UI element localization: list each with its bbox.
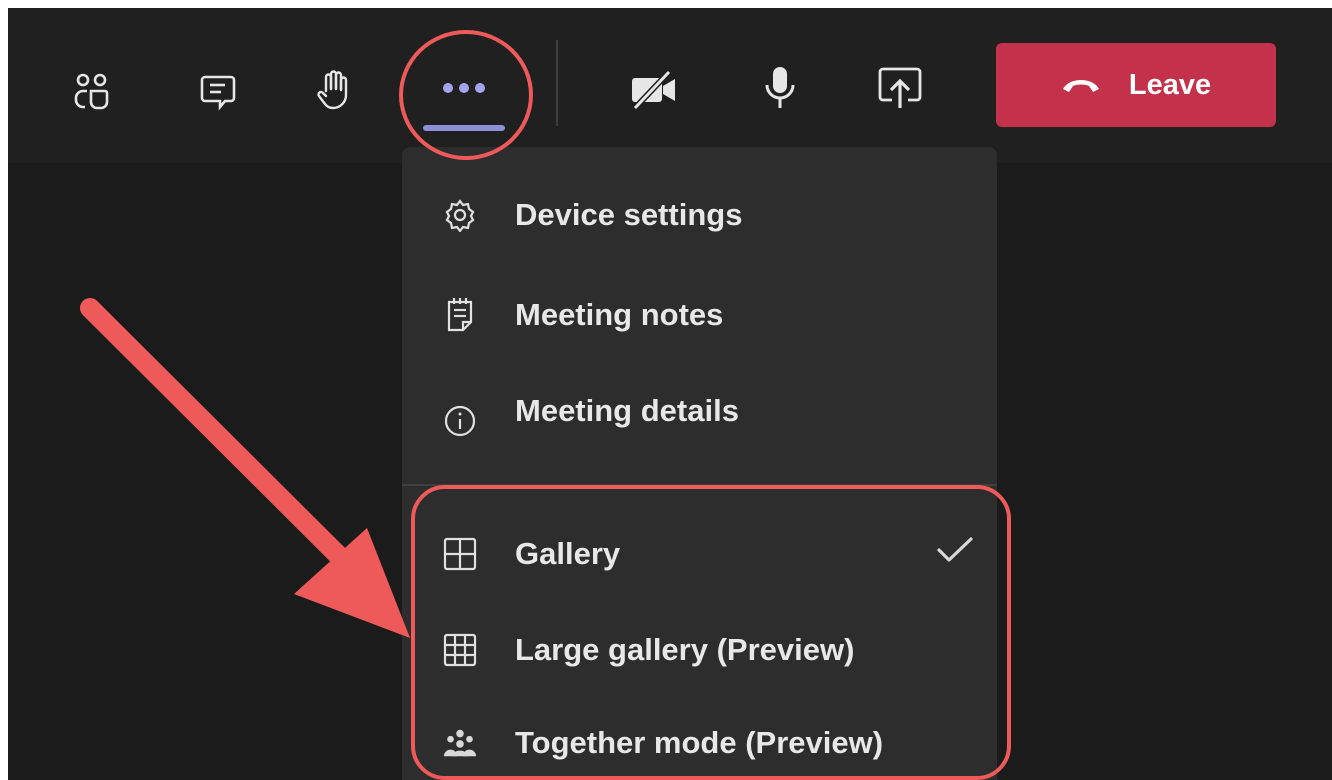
info-icon	[442, 403, 478, 439]
menu-item-label: Meeting notes	[515, 297, 724, 332]
menu-item-device-settings[interactable]: Device settings	[402, 175, 997, 255]
menu-item-label: Device settings	[515, 197, 743, 232]
menu-item-large-gallery[interactable]: Large gallery (Preview)	[402, 610, 997, 690]
share-screen-button[interactable]	[868, 56, 932, 120]
camera-toggle-button[interactable]	[622, 58, 686, 122]
meeting-toolbar: Leave	[8, 8, 1332, 163]
meeting-window: Leave Device settings Meeting notes Meet…	[8, 8, 1332, 780]
camera-off-icon	[632, 70, 675, 110]
chat-icon	[200, 75, 236, 111]
leave-button[interactable]: Leave	[996, 43, 1276, 127]
raise-hand-button[interactable]	[304, 58, 368, 122]
menu-item-label: Large gallery (Preview)	[515, 632, 855, 667]
people-group-icon	[442, 725, 478, 761]
grid-2x2-icon	[442, 536, 478, 572]
microphone-button[interactable]	[748, 56, 812, 120]
gear-icon	[442, 197, 478, 233]
chat-button[interactable]	[186, 60, 250, 124]
menu-item-gallery[interactable]: Gallery	[402, 514, 997, 594]
menu-divider	[402, 484, 997, 486]
menu-item-label: Meeting details	[515, 393, 739, 428]
notes-icon	[442, 297, 478, 333]
checkmark-icon	[936, 536, 974, 572]
active-tab-indicator	[423, 125, 505, 131]
share-screen-icon	[878, 67, 922, 108]
menu-item-label: Gallery	[515, 536, 621, 571]
grid-3x3-icon	[442, 632, 478, 668]
more-actions-icon	[443, 83, 485, 93]
participants-button[interactable]	[60, 60, 124, 124]
toolbar-divider	[556, 40, 558, 126]
more-actions-button[interactable]	[432, 56, 496, 120]
microphone-icon	[765, 67, 795, 108]
leave-label: Leave	[1128, 68, 1212, 101]
more-actions-menu: Device settings Meeting notes Meeting de…	[402, 147, 997, 780]
participants-icon	[74, 73, 109, 110]
menu-item-meeting-notes[interactable]: Meeting notes	[402, 275, 997, 355]
menu-item-together-mode[interactable]: Together mode (Preview)	[402, 703, 997, 780]
raise-hand-icon	[317, 70, 348, 110]
menu-item-label: Together mode (Preview)	[515, 725, 884, 760]
menu-item-meeting-details[interactable]: Meeting details	[402, 371, 997, 451]
hang-up-icon	[1062, 80, 1099, 92]
